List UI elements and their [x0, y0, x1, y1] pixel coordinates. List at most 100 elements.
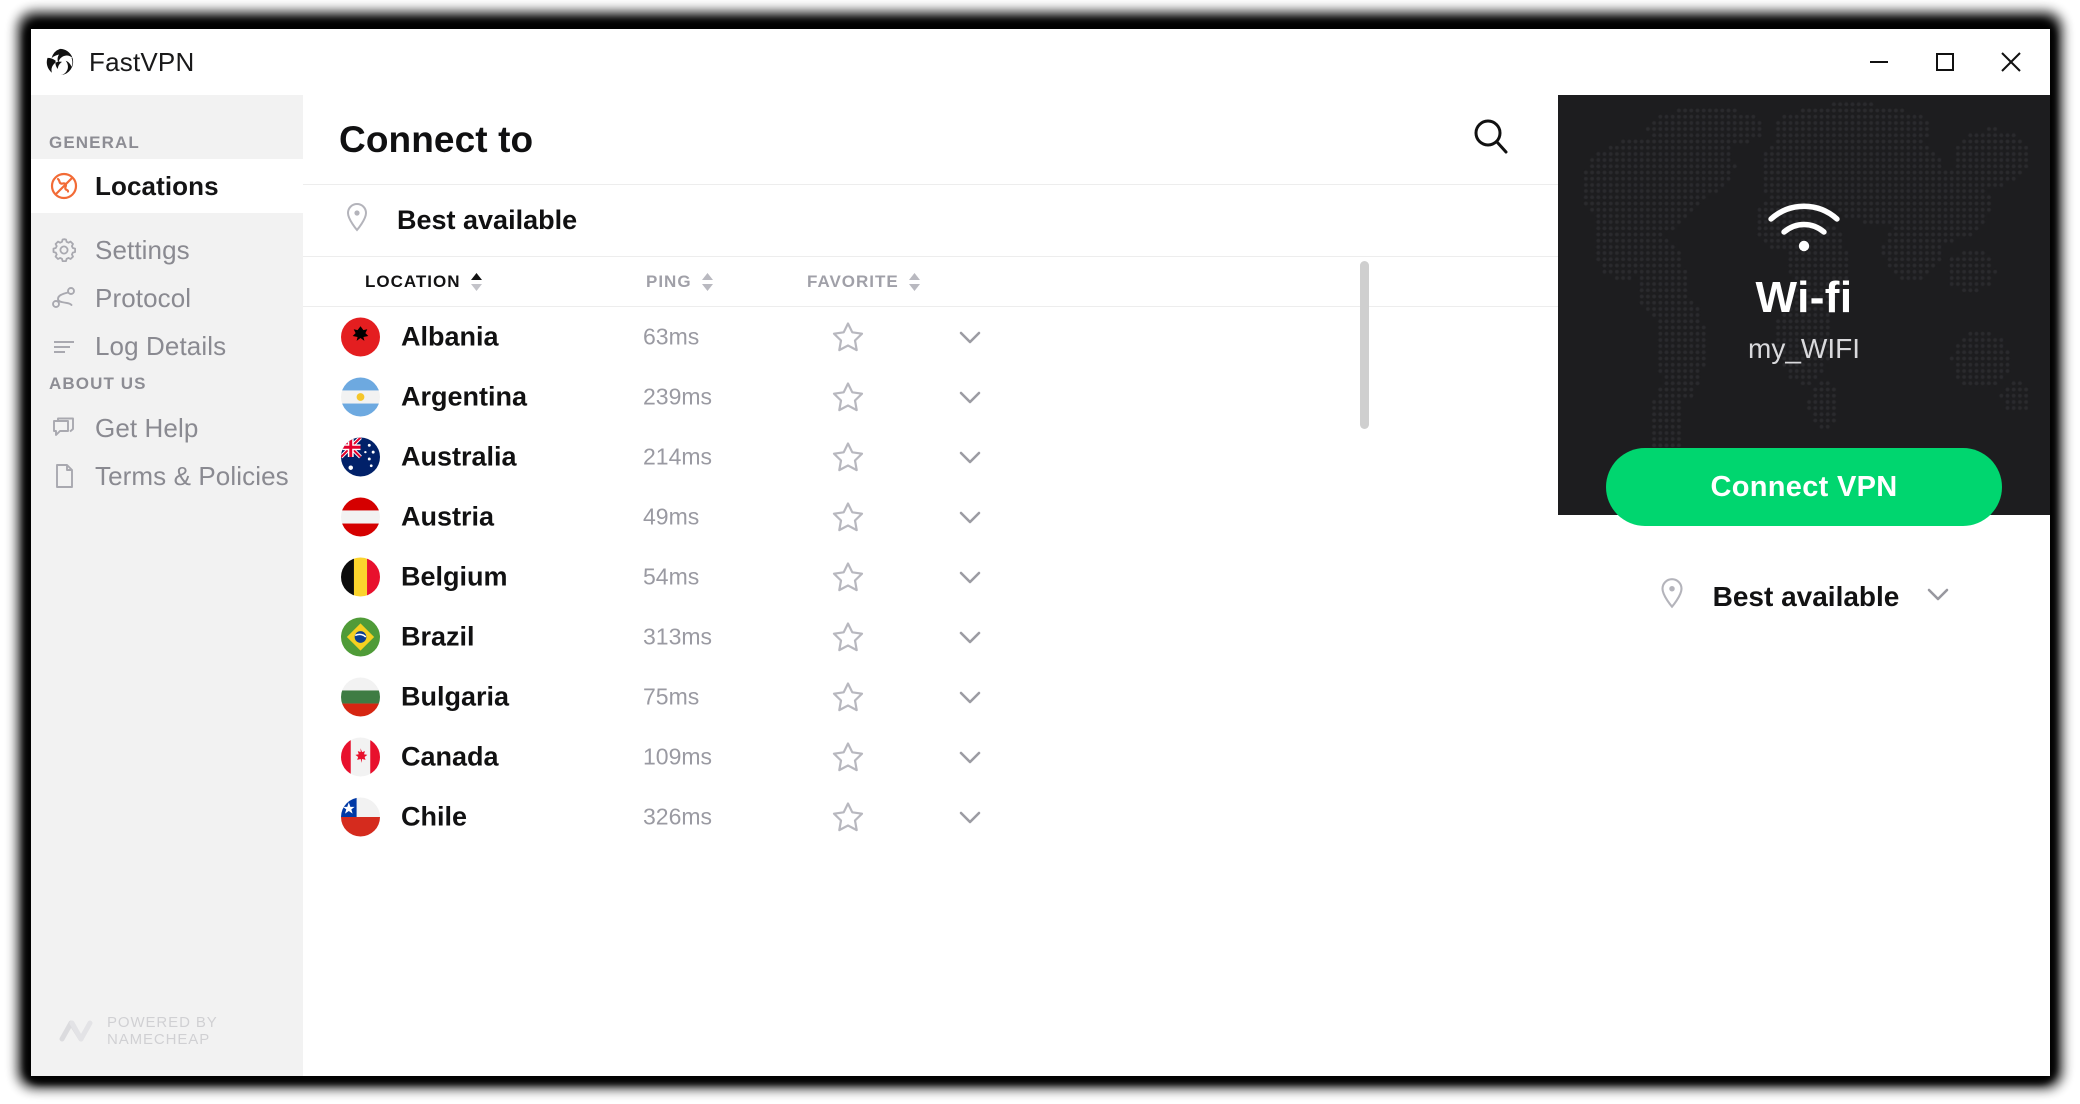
sort-arrows-icon — [908, 272, 921, 292]
location-row[interactable]: Brazil 313ms — [303, 607, 1558, 667]
sidebar-item-label: Protocol — [95, 282, 192, 313]
chevron-down-icon[interactable] — [953, 680, 987, 714]
country-name: Australia — [401, 441, 517, 472]
chevron-down-icon[interactable] — [953, 560, 987, 594]
chevron-down-icon[interactable] — [953, 440, 987, 474]
sidebar-item-log-details[interactable]: Log Details — [31, 319, 303, 373]
sidebar-item-locations[interactable]: Locations — [31, 159, 303, 213]
location-row[interactable]: Canada 109ms — [303, 727, 1558, 787]
location-row[interactable]: Albania 63ms — [303, 307, 1558, 367]
favorite-star-icon[interactable] — [831, 740, 865, 774]
favorite-star-icon[interactable] — [831, 680, 865, 714]
main-panel: Connect to Best available LOCATION PING … — [303, 95, 1558, 1076]
fastvpn-logo-icon — [45, 47, 75, 77]
country-name: Argentina — [401, 381, 528, 412]
country-flag-icon — [341, 377, 380, 417]
right-panel: Wi-fi my_WIFI Connect VPN Best available — [1558, 95, 2050, 1076]
network-ssid-label: my_WIFI — [1748, 333, 1860, 364]
sidebar-section-about-us: ABOUT US — [49, 374, 147, 393]
close-button[interactable] — [1978, 29, 2044, 95]
favorite-star-icon[interactable] — [831, 620, 865, 654]
minimize-button[interactable] — [1846, 29, 1912, 95]
location-row[interactable]: Austria 49ms — [303, 487, 1558, 547]
network-type-label: Wi-fi — [1755, 273, 1853, 322]
country-name: Canada — [401, 741, 499, 772]
sidebar-section-general: GENERAL — [49, 133, 140, 152]
ping-value: 75ms — [643, 683, 700, 710]
chevron-down-icon[interactable] — [953, 500, 987, 534]
favorite-star-icon[interactable] — [831, 800, 865, 834]
sidebar-item-get-help[interactable]: Get Help — [31, 401, 303, 455]
chevron-down-icon[interactable] — [953, 740, 987, 774]
document-icon — [49, 461, 79, 491]
protocol-nodes-icon — [49, 283, 79, 313]
sidebar-item-settings[interactable]: Settings — [31, 223, 303, 277]
maximize-icon — [1932, 49, 1958, 75]
sidebar-item-label: Log Details — [95, 330, 227, 361]
chat-bubble-icon — [49, 413, 79, 443]
map-pin-icon — [1653, 575, 1691, 618]
chevron-down-icon[interactable] — [953, 320, 987, 354]
ping-value: 313ms — [643, 623, 713, 650]
country-flag-icon — [341, 617, 380, 657]
location-row[interactable]: Bulgaria 75ms — [303, 667, 1558, 727]
titlebar: FastVPN — [31, 29, 2050, 95]
maximize-button[interactable] — [1912, 29, 1978, 95]
fastvpn-application-window: FastVPN GENERAL Locations Settings Proto… — [31, 29, 2050, 1076]
location-list[interactable]: Albania 63ms Argentina 239ms Australia 214ms A… — [303, 307, 1558, 1076]
sidebar: GENERAL Locations Settings Protocol Log … — [31, 95, 303, 1076]
country-flag-icon — [341, 317, 380, 357]
wifi-icon — [1765, 199, 1843, 255]
sidebar-item-terms-policies[interactable]: Terms & Policies — [31, 449, 303, 503]
ping-value: 326ms — [643, 803, 713, 830]
location-row[interactable]: Australia 214ms — [303, 427, 1558, 487]
close-icon — [1997, 48, 2025, 76]
sidebar-item-label: Locations — [95, 170, 219, 201]
location-row[interactable]: Belgium 54ms — [303, 547, 1558, 607]
column-header-row: LOCATION PING FAVORITE — [303, 257, 1558, 307]
favorite-star-icon[interactable] — [831, 560, 865, 594]
selected-location-row[interactable]: Best available — [1558, 575, 2050, 618]
column-header-ping[interactable]: PING — [646, 272, 714, 292]
chevron-down-icon[interactable] — [953, 620, 987, 654]
country-name: Austria — [401, 501, 495, 532]
ping-value: 63ms — [643, 323, 700, 350]
sort-arrows-icon — [470, 272, 483, 292]
selected-location-label: Best available — [1712, 580, 1900, 612]
sidebar-item-protocol[interactable]: Protocol — [31, 271, 303, 325]
country-name: Brazil — [401, 621, 475, 652]
chevron-down-icon[interactable] — [953, 380, 987, 414]
favorite-star-icon[interactable] — [831, 320, 865, 354]
window-body: GENERAL Locations Settings Protocol Log … — [31, 95, 2050, 1076]
gear-icon — [49, 235, 79, 265]
country-flag-icon — [341, 437, 380, 477]
chevron-down-icon[interactable] — [953, 800, 987, 834]
favorite-star-icon[interactable] — [831, 380, 865, 414]
sidebar-item-label: Settings — [95, 234, 190, 265]
location-row[interactable]: Argentina 239ms — [303, 367, 1558, 427]
country-flag-icon — [341, 497, 380, 537]
sort-arrows-icon — [701, 272, 714, 292]
column-header-location[interactable]: LOCATION — [365, 272, 483, 292]
map-pin-icon — [339, 200, 375, 241]
connect-vpn-button[interactable]: Connect VPN — [1606, 448, 2002, 526]
search-icon — [1469, 115, 1513, 164]
powered-by-label: POWERED BY NAMECHEAP — [107, 1014, 218, 1048]
namecheap-logo-icon — [59, 1019, 93, 1043]
country-flag-icon — [341, 737, 380, 777]
search-button[interactable] — [1468, 117, 1514, 163]
column-header-favorite-label: FAVORITE — [807, 271, 899, 291]
column-header-favorite[interactable]: FAVORITE — [807, 272, 921, 292]
favorite-star-icon[interactable] — [831, 500, 865, 534]
country-flag-icon — [341, 557, 380, 597]
powered-by-namecheap: POWERED BY NAMECHEAP — [59, 1014, 303, 1048]
sidebar-item-label: Terms & Policies — [95, 460, 289, 491]
location-list-scrollbar[interactable] — [1360, 261, 1369, 429]
chevron-down-icon[interactable] — [1921, 577, 1955, 616]
brand: FastVPN — [45, 47, 194, 78]
column-header-ping-label: PING — [646, 271, 692, 291]
favorite-star-icon[interactable] — [831, 440, 865, 474]
page-title: Connect to — [339, 118, 534, 160]
best-available-row[interactable]: Best available — [303, 185, 1558, 257]
location-row[interactable]: Chile 326ms — [303, 787, 1558, 847]
